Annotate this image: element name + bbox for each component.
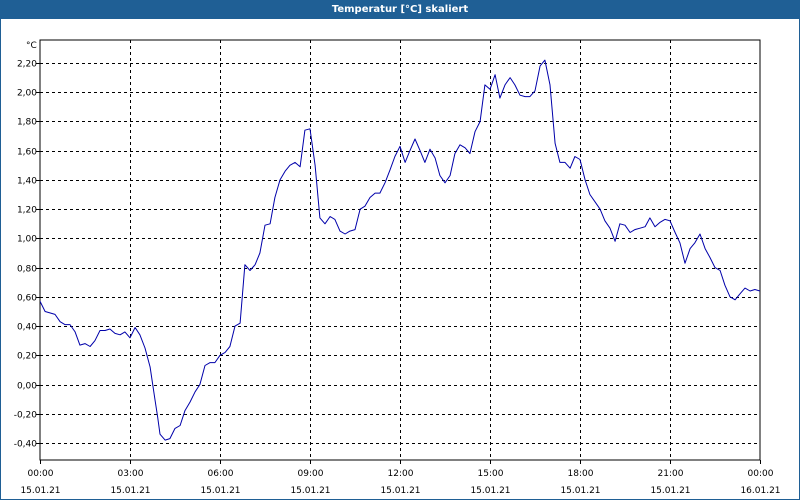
y-tick-label: 0,40 xyxy=(17,323,37,333)
y-axis-unit: °C xyxy=(26,41,37,51)
x-tick-date-label: 15.01.21 xyxy=(650,486,690,496)
x-tick-date-label: 15.01.21 xyxy=(560,486,600,496)
x-tick-time-label: 15:00 xyxy=(478,469,504,479)
temperature-chart: 2,20 2,00 1,80 1,60 1,40 1,20 1,00 0,80 0,60 0,40… xyxy=(14,39,781,496)
y-tick-label: 1,60 xyxy=(17,148,37,158)
grid xyxy=(39,39,761,461)
y-tick-label: 0,20 xyxy=(17,352,37,362)
y-tick-label: -0,20 xyxy=(14,411,38,421)
temperature-series-line xyxy=(40,59,760,441)
y-axis: 2,20 2,00 1,80 1,60 1,40 1,20 1,00 0,80 0,60 0,40… xyxy=(14,60,40,450)
x-tick-time-label: 06:00 xyxy=(208,469,234,479)
y-tick-label: 1,40 xyxy=(17,177,37,187)
x-tick-time-label: 00:00 xyxy=(28,469,54,479)
x-tick-date-label: 15.01.21 xyxy=(20,486,60,496)
x-tick-time-label: 03:00 xyxy=(118,469,144,479)
x-tick-date-label: 15.01.21 xyxy=(470,486,510,496)
x-tick-time-label: 09:00 xyxy=(298,469,324,479)
x-tick-date-label: 15.01.21 xyxy=(380,486,420,496)
x-tick-time-label: 18:00 xyxy=(568,469,594,479)
x-axis: 00:00 15.01.21 03:00 15.01.21 06:00 15.01.21 0… xyxy=(20,460,781,496)
y-tick-label: 0,60 xyxy=(17,294,37,304)
x-tick-date-label: 15.01.21 xyxy=(290,486,330,496)
x-tick-date-label: 15.01.21 xyxy=(110,486,150,496)
y-tick-label: 1,80 xyxy=(17,118,37,128)
y-tick-label: 2,00 xyxy=(17,89,37,99)
x-tick-time-label: 21:00 xyxy=(658,469,684,479)
y-tick-label: 1,00 xyxy=(17,235,37,245)
x-tick-time-label: 00:00 xyxy=(748,469,774,479)
y-tick-label: 2,20 xyxy=(17,60,37,70)
x-tick-date-label: 16.01.21 xyxy=(740,486,780,496)
y-tick-label: -0,40 xyxy=(14,440,38,450)
y-tick-label: 1,20 xyxy=(17,206,37,216)
x-tick-time-label: 12:00 xyxy=(388,469,414,479)
x-tick-date-label: 15.01.21 xyxy=(200,486,240,496)
y-tick-label: 0,00 xyxy=(17,382,37,392)
series xyxy=(40,59,760,441)
y-tick-label: 0,80 xyxy=(17,265,37,275)
